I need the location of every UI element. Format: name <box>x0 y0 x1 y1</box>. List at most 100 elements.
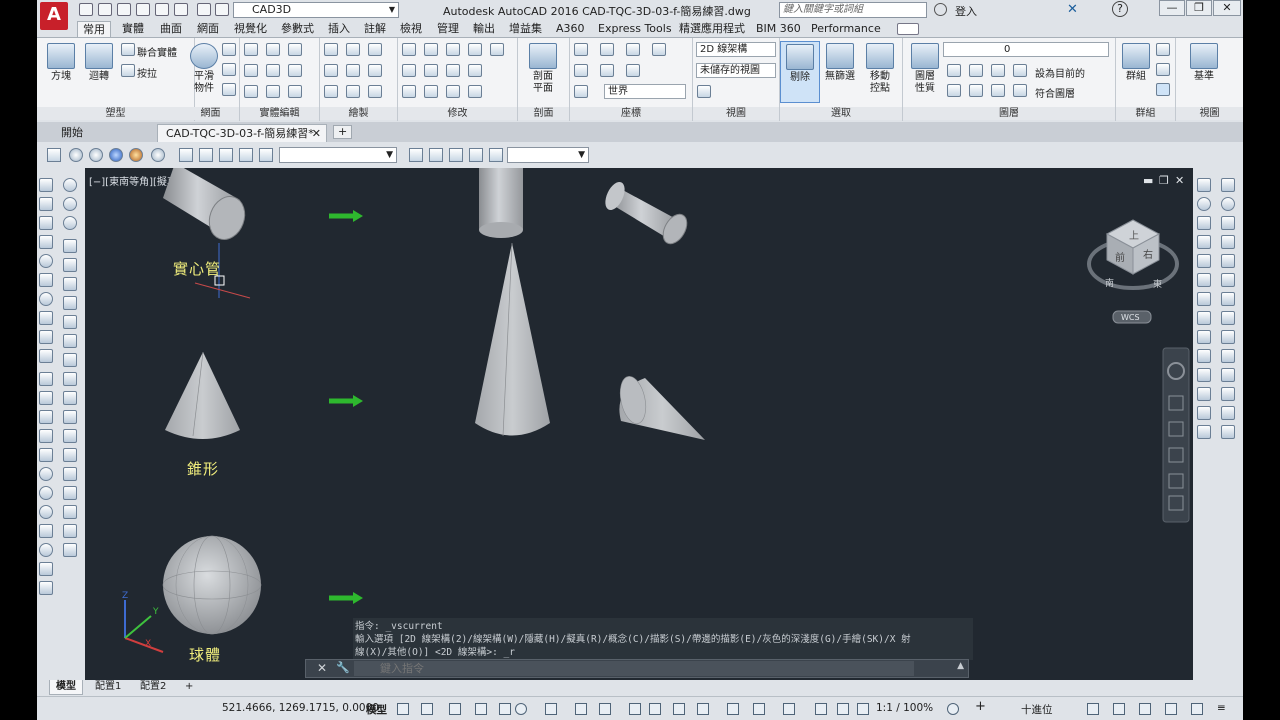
pan-icon[interactable] <box>179 148 193 162</box>
dim-continue-icon[interactable] <box>1197 330 1211 344</box>
solid-edit-icon[interactable] <box>63 543 77 557</box>
dynamic-ucs-icon[interactable] <box>727 703 739 715</box>
infer-icon[interactable] <box>449 703 461 715</box>
view-sw-iso-icon[interactable] <box>1221 292 1235 306</box>
group-title-layers[interactable]: 圖層 <box>903 107 1115 120</box>
dim-tolerance-icon[interactable] <box>1197 368 1211 382</box>
rotate3d-tool-icon[interactable] <box>39 391 53 405</box>
group-title-coordinates[interactable]: 座標 <box>570 107 692 120</box>
navigation-bar[interactable] <box>1162 347 1190 523</box>
thicken-icon[interactable] <box>266 85 280 98</box>
scale-icon[interactable] <box>402 43 416 56</box>
model-space-button[interactable]: 模型 <box>366 702 387 717</box>
sphere-solid[interactable] <box>162 535 262 635</box>
coordinate-readout[interactable]: 521.4666, 1269.1715, 0.0000 <box>222 702 379 714</box>
viewport-icon-2[interactable] <box>429 148 443 162</box>
viewport-icon-5[interactable] <box>489 148 503 162</box>
save-as-icon[interactable] <box>136 3 150 16</box>
viewport-icon-1[interactable] <box>409 148 423 162</box>
orbit-tool-icon[interactable] <box>63 178 77 192</box>
ucs-icon[interactable] <box>574 43 588 56</box>
workspace-dropdown[interactable]: CAD3D ▼ <box>233 2 399 18</box>
view-back-icon[interactable] <box>1221 273 1235 287</box>
3dmove-icon[interactable] <box>424 43 438 56</box>
plot-icon[interactable] <box>174 3 188 16</box>
view-manager-icon[interactable] <box>1221 387 1235 401</box>
minimize-button[interactable]: — <box>1159 0 1185 16</box>
view-bottom-icon[interactable] <box>1221 197 1235 211</box>
viewport-icon-4[interactable] <box>469 148 483 162</box>
polyline-tool-icon[interactable] <box>39 197 53 211</box>
tab-a360[interactable]: A360 <box>551 21 590 37</box>
box-button[interactable]: 方塊 <box>41 41 81 83</box>
extrude-face-icon[interactable] <box>63 239 77 253</box>
trim-icon[interactable] <box>468 43 482 56</box>
cone-tool-icon[interactable] <box>39 311 53 325</box>
viewcube-south[interactable]: 南 <box>1105 277 1114 289</box>
torus-tool-icon[interactable] <box>39 292 53 306</box>
layer-properties-button[interactable]: 圖層 性質 <box>905 41 945 95</box>
customize-status-icon[interactable]: ≡ <box>1217 702 1226 714</box>
redo-icon[interactable] <box>215 3 229 16</box>
solid-history-icon[interactable] <box>63 524 77 538</box>
3dpolyline-icon[interactable] <box>346 43 360 56</box>
viewcube[interactable]: 上 前 右 南 東 <box>1087 219 1179 290</box>
exchange-icon[interactable]: ✕ <box>1067 2 1078 17</box>
rotate-icon[interactable] <box>424 64 438 77</box>
ortho-icon[interactable] <box>499 703 511 715</box>
offset-icon[interactable] <box>446 85 460 98</box>
gizmo-status-icon[interactable] <box>783 703 795 715</box>
ucs-view-icon[interactable] <box>626 64 640 77</box>
ucs-x-icon[interactable] <box>600 43 614 56</box>
ucs-dropdown[interactable]: 世界 <box>604 84 686 99</box>
color-face-icon[interactable] <box>63 372 77 386</box>
dim-baseline-icon[interactable] <box>1197 311 1211 325</box>
group-title-groups[interactable]: 群組 <box>1116 107 1175 120</box>
ungroup-tool-icon[interactable] <box>39 581 53 595</box>
wcs-menu[interactable]: WCS <box>1112 310 1152 324</box>
rotate-face-icon[interactable] <box>63 315 77 329</box>
close-command-icon[interactable]: ✕ <box>317 661 327 675</box>
viewport-icon-3[interactable] <box>449 148 463 162</box>
ucs-z-icon[interactable] <box>652 43 666 56</box>
sphere-tool-icon[interactable] <box>39 543 53 557</box>
ucs-3point-icon[interactable] <box>600 64 614 77</box>
viewcube-top[interactable]: 上 <box>1129 230 1139 242</box>
cylinder-solid[interactable] <box>163 168 250 244</box>
section-plane-button[interactable]: 剖面 平面 <box>523 41 563 95</box>
eraser-tool-icon[interactable] <box>39 349 53 363</box>
tab-drawing[interactable]: CAD-TQC-3D-03-f-簡易練習* ✕ <box>157 124 327 142</box>
move-tool-icon[interactable] <box>39 372 53 386</box>
tab-express-tools[interactable]: Express Tools <box>593 21 677 37</box>
dim-arc-icon[interactable] <box>1197 254 1211 268</box>
separate-solid-icon[interactable] <box>63 467 77 481</box>
intersect-tool-icon[interactable] <box>39 505 53 519</box>
check-solid-icon[interactable] <box>63 505 77 519</box>
tab-start[interactable]: 開始 <box>53 124 91 142</box>
make-current-button[interactable]: 設為目前的 <box>1035 65 1085 80</box>
extract-edges-icon[interactable] <box>266 43 280 56</box>
shell-icon[interactable] <box>288 85 302 98</box>
camera-icon[interactable] <box>1221 368 1235 382</box>
units-readout[interactable]: 十進位 <box>1021 702 1053 717</box>
tab-home[interactable]: 常用 <box>77 21 111 37</box>
plus-icon[interactable]: + <box>975 699 986 714</box>
dim-edit-icon[interactable] <box>1197 406 1211 420</box>
mirror3d-tool-icon[interactable] <box>39 429 53 443</box>
view-left-icon[interactable] <box>1221 216 1235 230</box>
union-solid-icon[interactable] <box>63 197 77 211</box>
tab-bim360[interactable]: BIM 360 <box>751 21 806 37</box>
copy-face-icon[interactable] <box>63 353 77 367</box>
subtract-icon[interactable] <box>244 43 258 56</box>
hatch-tool-icon[interactable] <box>39 330 53 344</box>
tab-view[interactable]: 檢視 <box>395 21 427 37</box>
command-expand-icon[interactable]: ▲ <box>957 661 964 671</box>
lock-ui-icon[interactable] <box>1113 703 1125 715</box>
polyline-icon[interactable] <box>324 43 338 56</box>
view-ne-iso-icon[interactable] <box>1221 330 1235 344</box>
copy-edge-icon[interactable] <box>63 391 77 405</box>
transparency-icon[interactable] <box>649 703 661 715</box>
ucs-world-icon[interactable] <box>574 85 588 98</box>
erase-icon[interactable] <box>402 85 416 98</box>
tab-visualize[interactable]: 視覺化 <box>229 21 272 37</box>
